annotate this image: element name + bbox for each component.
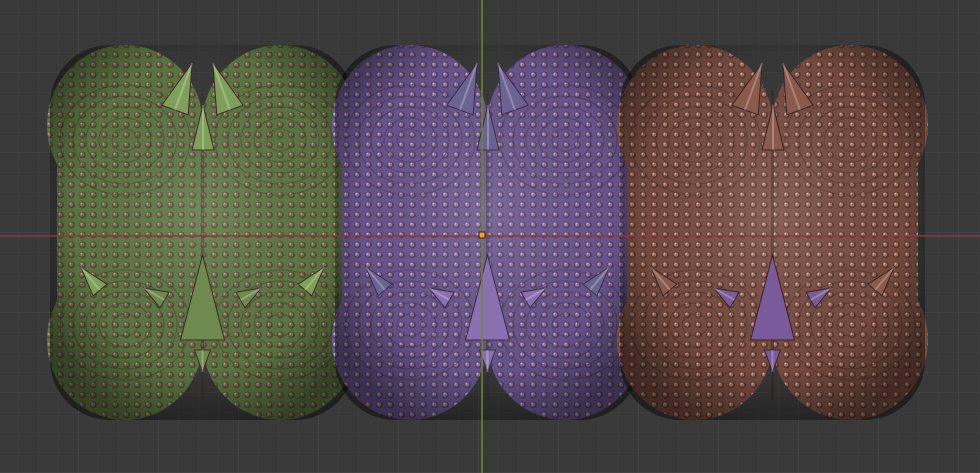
spiky-object-purple[interactable]	[332, 45, 643, 420]
viewport-canvas[interactable]	[0, 0, 980, 473]
spiky-object-brown[interactable]	[617, 45, 928, 420]
object-origin-marker[interactable]	[478, 231, 486, 239]
spiky-object-green[interactable]	[47, 45, 358, 420]
3d-viewport[interactable]	[0, 0, 980, 473]
